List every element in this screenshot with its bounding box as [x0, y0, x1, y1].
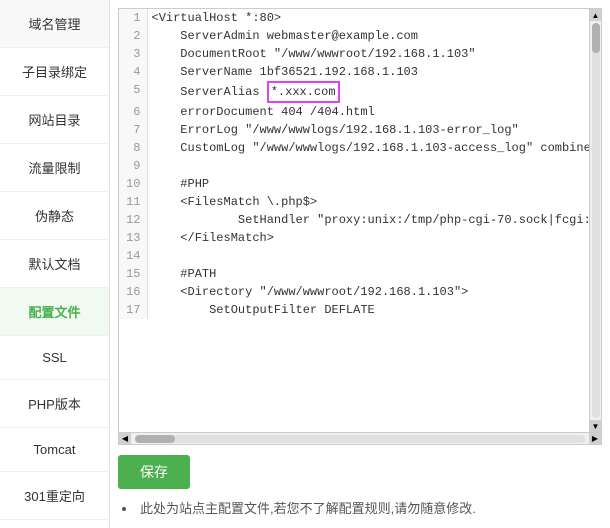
line-code: DocumentRoot "/www/wwwroot/192.168.1.103…: [147, 45, 589, 63]
line-number: 9: [119, 157, 147, 175]
table-row: 13 </FilesMatch>: [119, 229, 589, 247]
table-row: 10 #PHP: [119, 175, 589, 193]
sidebar-item-默认文档[interactable]: 默认文档: [0, 240, 109, 288]
sidebar-item-反向代理[interactable]: 反向代理: [0, 520, 109, 528]
line-code: #PATH: [147, 265, 589, 283]
sidebar-item-配置文件[interactable]: 配置文件: [0, 288, 109, 336]
horizontal-scrollbar[interactable]: ◀ ▶: [119, 432, 601, 444]
highlighted-text: *.xxx.com: [267, 81, 340, 103]
table-row: 17 SetOutputFilter DEFLATE: [119, 301, 589, 319]
sidebar-item-SSL[interactable]: SSL: [0, 336, 109, 380]
scroll-right-arrow[interactable]: ▶: [589, 433, 601, 445]
code-table: 1<VirtualHost *:80>2 ServerAdmin webmast…: [119, 9, 589, 319]
table-row: 8 CustomLog "/www/wwwlogs/192.168.1.103-…: [119, 139, 589, 157]
sidebar: 域名管理子目录绑定网站目录流量限制伪静态默认文档配置文件SSLPHP版本Tomc…: [0, 0, 110, 528]
hscroll-track: [135, 435, 585, 443]
line-code: [147, 157, 589, 175]
line-number: 7: [119, 121, 147, 139]
save-area: 保存: [110, 445, 610, 495]
line-code: SetHandler "proxy:unix:/tmp/php-cgi-70.s…: [147, 211, 589, 229]
line-number: 4: [119, 63, 147, 81]
line-code: <Directory "/www/wwwroot/192.168.1.103">: [147, 283, 589, 301]
sidebar-item-Tomcat[interactable]: Tomcat: [0, 428, 109, 472]
line-number: 10: [119, 175, 147, 193]
save-button[interactable]: 保存: [118, 455, 190, 489]
line-number: 1: [119, 9, 147, 27]
line-code: <VirtualHost *:80>: [147, 9, 589, 27]
scroll-left-arrow[interactable]: ◀: [119, 433, 131, 445]
table-row: 5 ServerAlias *.xxx.com: [119, 81, 589, 103]
line-code: ServerName 1bf36521.192.168.1.103: [147, 63, 589, 81]
sidebar-item-域名管理[interactable]: 域名管理: [0, 0, 109, 48]
line-code: CustomLog "/www/wwwlogs/192.168.1.103-ac…: [147, 139, 589, 157]
sidebar-item-伪静态[interactable]: 伪静态: [0, 192, 109, 240]
line-number: 8: [119, 139, 147, 157]
table-row: 6 errorDocument 404 /404.html: [119, 103, 589, 121]
sidebar-item-子目录绑定[interactable]: 子目录绑定: [0, 48, 109, 96]
vertical-scrollbar[interactable]: ▲ ▼: [589, 9, 601, 432]
line-number: 13: [119, 229, 147, 247]
main-content: 1<VirtualHost *:80>2 ServerAdmin webmast…: [110, 0, 610, 528]
table-row: 12 SetHandler "proxy:unix:/tmp/php-cgi-7…: [119, 211, 589, 229]
line-code: </FilesMatch>: [147, 229, 589, 247]
line-number: 11: [119, 193, 147, 211]
vscroll-thumb[interactable]: [592, 23, 600, 53]
line-number: 2: [119, 27, 147, 45]
table-row: 3 DocumentRoot "/www/wwwroot/192.168.1.1…: [119, 45, 589, 63]
line-number: 5: [119, 81, 147, 103]
hscroll-thumb[interactable]: [135, 435, 175, 443]
table-row: 7 ErrorLog "/www/wwwlogs/192.168.1.103-e…: [119, 121, 589, 139]
table-row: 14: [119, 247, 589, 265]
line-code: ErrorLog "/www/wwwlogs/192.168.1.103-err…: [147, 121, 589, 139]
line-number: 3: [119, 45, 147, 63]
code-editor: 1<VirtualHost *:80>2 ServerAdmin webmast…: [118, 8, 602, 445]
line-number: 14: [119, 247, 147, 265]
sidebar-item-PHP版本[interactable]: PHP版本: [0, 380, 109, 428]
scroll-down-arrow[interactable]: ▼: [590, 420, 602, 432]
line-code: errorDocument 404 /404.html: [147, 103, 589, 121]
table-row: 11 <FilesMatch \.php$>: [119, 193, 589, 211]
line-code: ServerAdmin webmaster@example.com: [147, 27, 589, 45]
line-code: <FilesMatch \.php$>: [147, 193, 589, 211]
table-row: 15 #PATH: [119, 265, 589, 283]
vscroll-track: [592, 23, 600, 418]
table-row: 1<VirtualHost *:80>: [119, 9, 589, 27]
note-text: 此处为站点主配置文件,若您不了解配置规则,请勿随意修改.: [122, 499, 602, 520]
sidebar-item-流量限制[interactable]: 流量限制: [0, 144, 109, 192]
line-number: 16: [119, 283, 147, 301]
table-row: 9: [119, 157, 589, 175]
line-number: 6: [119, 103, 147, 121]
table-row: 4 ServerName 1bf36521.192.168.1.103: [119, 63, 589, 81]
table-row: 2 ServerAdmin webmaster@example.com: [119, 27, 589, 45]
table-row: 16 <Directory "/www/wwwroot/192.168.1.10…: [119, 283, 589, 301]
sidebar-item-301重定向[interactable]: 301重定向: [0, 472, 109, 520]
line-code: SetOutputFilter DEFLATE: [147, 301, 589, 319]
line-number: 17: [119, 301, 147, 319]
scroll-up-arrow[interactable]: ▲: [590, 9, 602, 21]
code-scroll[interactable]: 1<VirtualHost *:80>2 ServerAdmin webmast…: [119, 9, 589, 432]
line-code: #PHP: [147, 175, 589, 193]
line-number: 15: [119, 265, 147, 283]
note-area: 此处为站点主配置文件,若您不了解配置规则,请勿随意修改.: [110, 495, 610, 528]
line-code: [147, 247, 589, 265]
sidebar-item-网站目录[interactable]: 网站目录: [0, 96, 109, 144]
line-number: 12: [119, 211, 147, 229]
line-code: ServerAlias *.xxx.com: [147, 81, 589, 103]
